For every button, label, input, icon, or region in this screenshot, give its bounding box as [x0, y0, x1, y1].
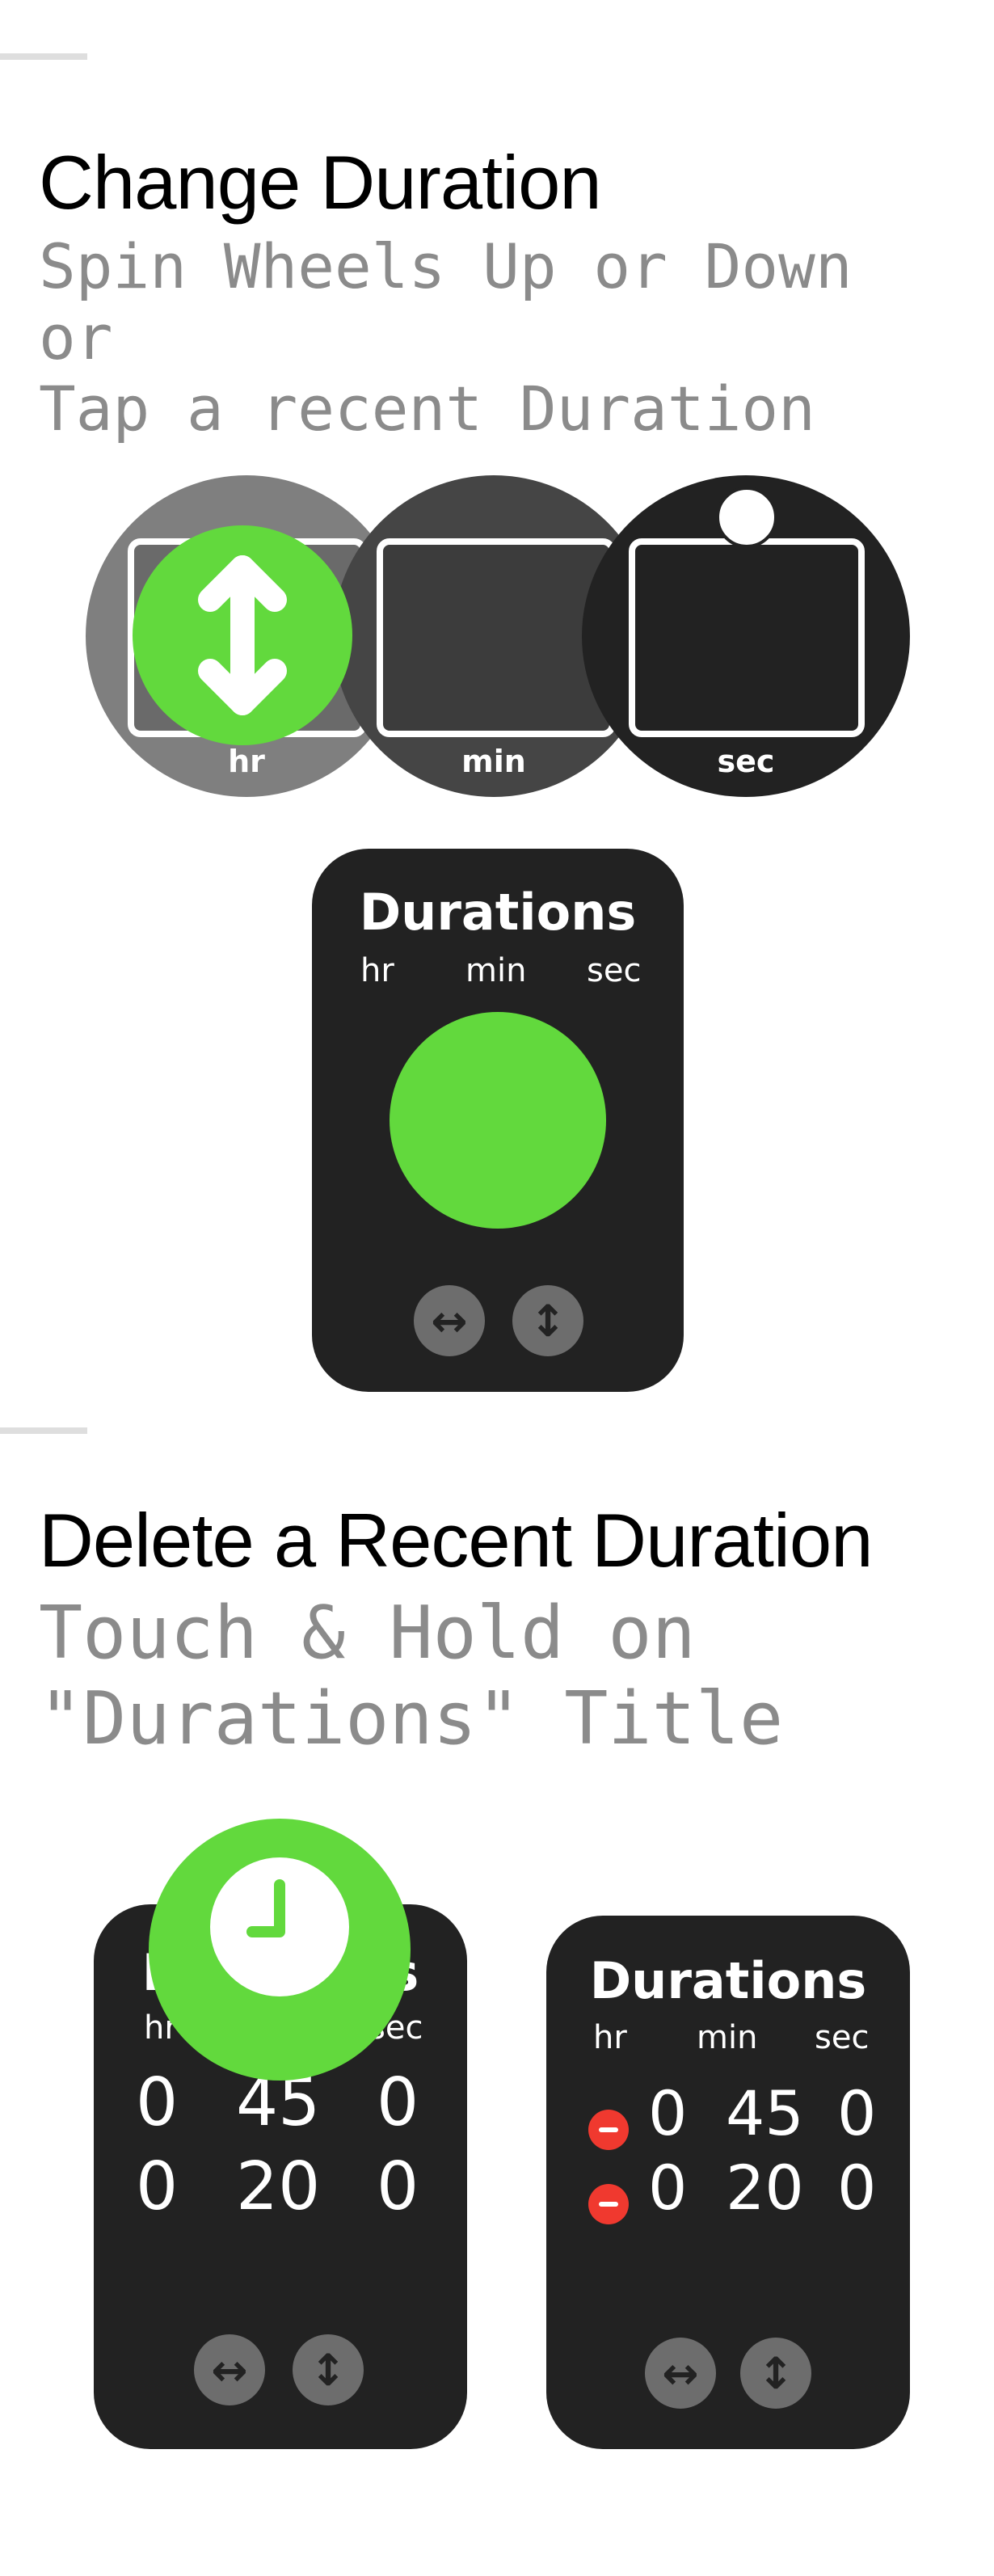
- touch-point-dot: [716, 487, 777, 548]
- caption-line: or: [39, 301, 113, 373]
- vertical-arrows-icon: ↕: [757, 2347, 794, 2399]
- column-label-sec: sec: [587, 952, 642, 989]
- vertical-arrows-icon: ↕: [529, 1295, 566, 1347]
- row-min-value: 45: [726, 2077, 804, 2149]
- row-min-value: 20: [726, 2152, 804, 2224]
- delete-row-button[interactable]: [588, 2184, 629, 2224]
- minus-icon: [599, 2202, 618, 2207]
- caption-line: Tap a recent Duration: [39, 373, 815, 445]
- column-label-sec: sec: [815, 2019, 870, 2056]
- swipe-gesture-indicator: [133, 525, 352, 745]
- column-label-hr: hr: [593, 2019, 627, 2056]
- clock-icon: [210, 1857, 349, 1996]
- swap-horizontal-button[interactable]: ↔: [194, 2334, 265, 2405]
- wheel-min-window: [377, 538, 616, 737]
- row-hr-value: 0: [648, 2077, 688, 2149]
- row-hr-value: 0: [136, 2148, 179, 2225]
- wheel-sec-label: sec: [717, 744, 775, 779]
- swap-vertical-button[interactable]: ↕: [293, 2334, 364, 2405]
- swap-horizontal-button[interactable]: ↔: [414, 1285, 485, 1356]
- section-divider: [0, 1427, 87, 1434]
- section-divider: [0, 53, 87, 60]
- row-sec-value: 0: [837, 2077, 877, 2149]
- row-min-value: 20: [236, 2148, 321, 2225]
- minus-icon: [599, 2127, 618, 2132]
- row-sec-value: 0: [377, 2148, 419, 2225]
- horizontal-arrows-icon: ↔: [431, 1295, 468, 1347]
- swap-vertical-button[interactable]: ↕: [512, 1285, 583, 1356]
- vertical-arrows-icon: [198, 555, 287, 715]
- column-label-hr: hr: [360, 952, 394, 989]
- column-label-min: min: [697, 2019, 758, 2056]
- swap-vertical-button[interactable]: ↕: [740, 2338, 811, 2409]
- caption-line: "Durations" Title: [39, 1676, 784, 1761]
- wheel-sec-window: [629, 538, 865, 737]
- caption-line: Touch & Hold on: [39, 1591, 696, 1676]
- section-heading-change-duration: Change Duration: [39, 140, 602, 225]
- tap-gesture-indicator: [390, 1012, 606, 1229]
- durations-title[interactable]: Durations: [546, 1951, 910, 2010]
- long-press-gesture-indicator: [149, 1819, 411, 2081]
- horizontal-arrows-icon: ↔: [211, 2344, 248, 2396]
- vertical-arrows-icon: ↕: [310, 2344, 347, 2396]
- section-heading-delete-duration: Delete a Recent Duration: [39, 1498, 873, 1583]
- swap-horizontal-button[interactable]: ↔: [645, 2338, 716, 2409]
- row-sec-value: 0: [837, 2152, 877, 2224]
- caption-line: Spin Wheels Up or Down: [39, 230, 853, 302]
- watch-screen-durations-edit: Durations hr min sec 0 45 0 0 20 0 ↔ ↕: [546, 1916, 910, 2449]
- column-label-min: min: [465, 952, 527, 989]
- horizontal-arrows-icon: ↔: [662, 2347, 699, 2399]
- delete-row-button[interactable]: [588, 2110, 629, 2150]
- durations-title[interactable]: Durations: [312, 883, 684, 942]
- row-hr-value: 0: [648, 2152, 688, 2224]
- watch-screen-durations: Durations hr min sec ↔ ↕: [312, 849, 684, 1392]
